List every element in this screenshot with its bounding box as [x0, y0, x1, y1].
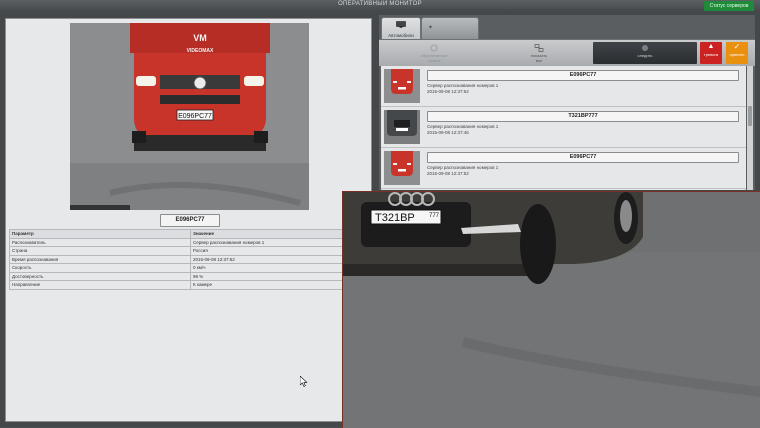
processed-records-button[interactable]: обработанные записи — [414, 42, 454, 64]
recognized-plate-field: E096PC77 — [160, 214, 220, 227]
check-icon: ✓ — [733, 42, 741, 51]
refresh-icon — [430, 44, 438, 52]
svg-text:VM: VM — [193, 33, 207, 43]
server-status-button[interactable]: Статус серверов — [704, 1, 754, 11]
param-name: Время распознавания — [9, 254, 191, 264]
list-time: 2015-09-08 12:37:52 — [427, 89, 469, 94]
vehicle-thumbnail — [384, 110, 420, 144]
vehicle-thumbnail — [384, 151, 420, 185]
list-time: 2015-09-08 12:37:46 — [427, 130, 469, 135]
vehicle-thumbnail — [384, 69, 420, 103]
param-name: Распознаватель — [9, 237, 191, 247]
param-value: Россия — [190, 246, 349, 256]
param-value: 98 % — [190, 271, 349, 281]
list-item[interactable]: E096PC77 Сервер распознавания номеров 1 … — [381, 66, 746, 107]
zoom-plate-main: T321BP — [375, 212, 415, 224]
list-plate: T321BP777 — [427, 111, 739, 122]
recognition-list: E096PC77 Сервер распознавания номеров 1 … — [381, 66, 746, 190]
tab-vehicles[interactable]: Автомобили — [381, 17, 421, 40]
record-icon — [642, 45, 648, 51]
van-brand-text: VIDEOMAX — [187, 48, 214, 54]
accept-label: принять — [729, 52, 745, 57]
list-source: Сервер распознавания номеров 1 — [427, 165, 499, 170]
param-name: Направление — [9, 280, 191, 290]
table-row: Достоверность 98 % — [9, 271, 349, 281]
network-icon — [534, 44, 544, 52]
list-item[interactable]: T321BP777 Сервер распознавания номеров 1… — [381, 107, 746, 148]
tab-favorites[interactable]: ✦ — [421, 17, 479, 40]
show-all-button[interactable]: показать все — [519, 42, 559, 64]
param-name: Достоверность — [9, 271, 191, 281]
table-row: Скорость 0 км/ч — [9, 263, 349, 273]
list-item[interactable]: E096PC77 Сервер распознавания номеров 1 … — [381, 148, 746, 189]
param-name: Скорость — [9, 263, 191, 273]
track-label: следить — [637, 53, 653, 58]
window-title: ОПЕРАТИВНЫЙ МОНИТОР — [338, 1, 422, 7]
accept-button[interactable]: ✓ принять — [726, 42, 748, 64]
param-value: К камере — [190, 280, 349, 290]
list-time: 2015-09-08 12:37:52 — [427, 171, 469, 176]
show-all-label: показать все — [530, 53, 548, 63]
bell-icon: ▲ — [707, 43, 715, 50]
list-plate: E096PC77 — [427, 70, 739, 81]
table-row: Направление К камере — [9, 280, 349, 290]
list-scrollbar[interactable] — [747, 66, 753, 190]
vehicle-photo: VM VIDEOMAX E096PC77 — [70, 23, 309, 210]
table-header-row: Параметр Значение — [9, 229, 349, 239]
camera-zoom-view: T321BP 777 — [342, 191, 760, 428]
van-plate-text: E096PC77 — [178, 113, 212, 120]
param-value: Сервер распознавания номеров 1 — [190, 237, 349, 247]
param-value: 0 км/ч — [190, 263, 349, 273]
mouse-cursor-icon — [300, 376, 308, 387]
alarm-label: тревога — [703, 52, 719, 57]
zoom-plate-region: 777 — [429, 213, 440, 219]
table-row: Распознаватель Сервер распознавания номер… — [9, 237, 349, 247]
header-parameter: Параметр — [9, 229, 191, 239]
table-row: Время распознавания 2015-09-08 12:37:52 — [9, 254, 349, 264]
toolbar: обработанные записи показать все следить… — [379, 39, 755, 66]
table-row: Страна Россия — [9, 246, 349, 256]
param-value: 2015-09-08 12:37:52 — [190, 254, 349, 264]
header-value: Значение — [190, 229, 349, 239]
detail-panel: VM VIDEOMAX E096PC77 E096PC77 Параметр З… — [5, 18, 372, 422]
monitor-icon — [396, 21, 406, 28]
list-plate: E096PC77 — [427, 152, 739, 163]
tab-vehicles-label: Автомобили — [388, 33, 414, 38]
list-source: Сервер распознавания номеров 1 — [427, 83, 499, 88]
list-source: Сервер распознавания номеров 1 — [427, 124, 499, 129]
scrollbar-thumb[interactable] — [748, 106, 752, 126]
star-icon: ✦ — [428, 25, 434, 31]
param-name: Страна — [9, 246, 191, 256]
track-button[interactable]: следить — [593, 42, 697, 64]
processed-records-label: обработанные записи — [420, 53, 448, 63]
parameters-table: Параметр Значение Распознаватель Сервер р… — [9, 229, 349, 290]
alarm-button[interactable]: ▲ тревога — [700, 42, 722, 64]
recognition-panel: Автомобили ✦ обработанные записи показат… — [379, 15, 755, 190]
